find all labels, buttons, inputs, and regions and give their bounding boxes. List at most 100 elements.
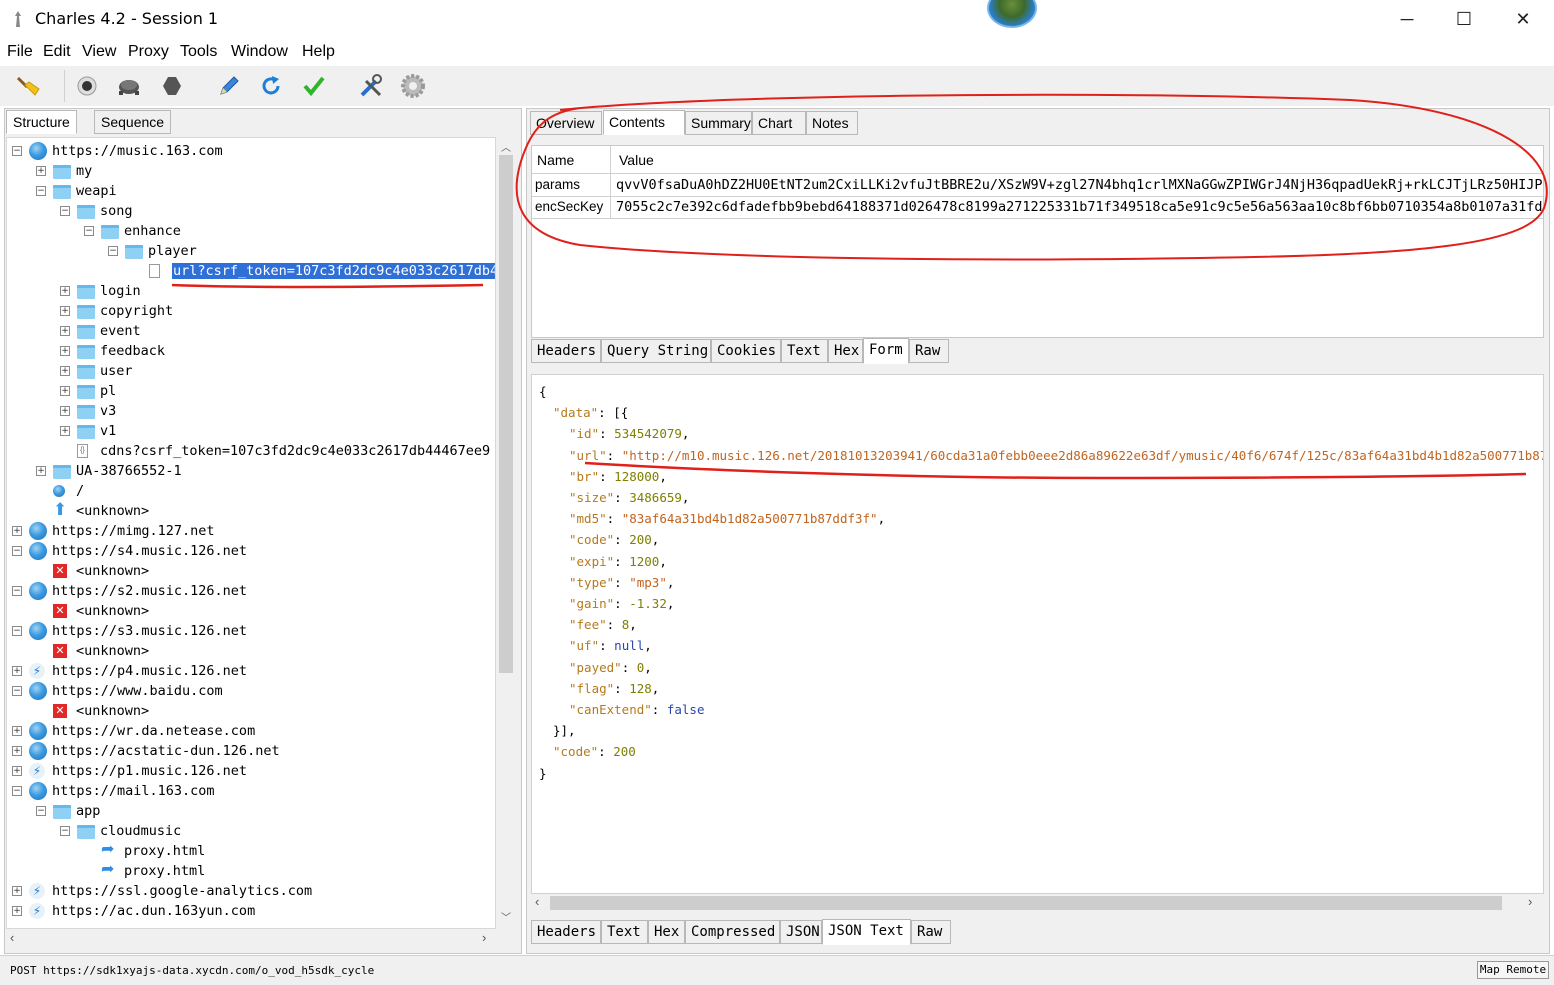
tree-item[interactable]: login [100,281,141,301]
tree-item[interactable]: <unknown> [76,561,149,581]
json-line[interactable]: "uf": null, [569,635,652,656]
tab-overview[interactable]: Overview [530,111,602,135]
tree-item[interactable]: <unknown> [76,701,149,721]
tree-host-item[interactable]: https://www.baidu.com [52,681,223,701]
tab-response-headers[interactable]: Headers [531,920,601,944]
json-line[interactable]: "canExtend": false [569,699,705,720]
menu-proxy[interactable]: Proxy [128,43,169,61]
collapse-icon[interactable]: − [12,586,22,596]
tab-summary[interactable]: Summary [685,111,752,135]
tree-host-item[interactable]: https://ssl.google-analytics.com [52,881,312,901]
json-line[interactable]: }], [553,720,576,741]
tree-item[interactable]: my [76,161,92,181]
menu-edit[interactable]: Edit [43,43,71,61]
scroll-up-arrow-icon[interactable]: ︿ [501,139,511,154]
expand-icon[interactable]: + [12,526,22,536]
menu-view[interactable]: View [82,43,116,61]
expand-icon[interactable]: + [60,306,70,316]
tree-item[interactable]: proxy.html [124,861,205,881]
tree-host-item[interactable]: https://mail.163.com [52,781,215,801]
tree-item[interactable]: UA-38766552-1 [76,461,182,481]
json-line[interactable]: "md5": "83af64a31bd4b1d82a500771b87ddf3f… [569,508,885,529]
json-line[interactable]: "size": 3486659, [569,487,689,508]
tab-request-cookies[interactable]: Cookies [711,339,781,363]
scroll-right-arrow-icon[interactable]: › [482,930,486,945]
tab-response-compressed[interactable]: Compressed [685,920,780,944]
tree-item[interactable]: url?csrf_token=107c3fd2dc9c4e033c2617db4… [172,261,495,281]
tree-item[interactable]: cloudmusic [100,821,181,841]
expand-icon[interactable]: + [12,726,22,736]
expand-icon[interactable]: + [60,406,70,416]
collapse-icon[interactable]: − [60,206,70,216]
collapse-icon[interactable]: − [12,146,22,156]
scroll-right-arrow-icon[interactable]: › [1528,894,1532,909]
tree-item[interactable]: v3 [100,401,116,421]
tree-host-item[interactable]: https://ac.dun.163yun.com [52,901,255,921]
tab-chart[interactable]: Chart [752,111,806,135]
tab-response-json-text[interactable]: JSON Text [822,919,911,945]
repeat-refresh-icon[interactable] [256,72,286,100]
expand-icon[interactable]: + [60,426,70,436]
tree-item[interactable]: <unknown> [76,641,149,661]
tree-host-item[interactable]: https://music.163.com [52,141,223,161]
collapse-icon[interactable]: − [12,686,22,696]
expand-icon[interactable]: + [60,346,70,356]
tree-host-item[interactable]: https://acstatic-dun.126.net [52,741,280,761]
tab-request-query-string[interactable]: Query String [601,339,711,363]
map-remote-button[interactable]: Map Remote [1477,961,1549,979]
scroll-down-arrow-icon[interactable]: ﹀ [501,909,511,924]
tree-item[interactable]: feedback [100,341,165,361]
validate-check-icon[interactable] [299,72,329,100]
json-line[interactable]: "expi": 1200, [569,551,667,572]
tree-item[interactable]: proxy.html [124,841,205,861]
tree-host-item[interactable]: https://s3.music.126.net [52,621,247,641]
json-line[interactable]: "type": "mp3", [569,572,674,593]
tab-request-form[interactable]: Form [863,338,909,364]
menu-tools[interactable]: Tools [180,43,217,61]
expand-icon[interactable]: + [60,326,70,336]
tree-host-item[interactable]: https://mimg.127.net [52,521,215,541]
tab-sequence[interactable]: Sequence [94,110,172,134]
record-icon[interactable] [72,72,102,100]
expand-icon[interactable]: + [60,286,70,296]
json-line[interactable]: "flag": 128, [569,678,659,699]
json-line[interactable]: "fee": 8, [569,614,637,635]
expand-icon[interactable]: + [12,886,22,896]
json-response-view[interactable]: {"data": [{"id": 534542079, "url": "http:… [531,374,1544,894]
form-row-name[interactable]: encSecKey [535,196,607,218]
tree-item[interactable]: copyright [100,301,173,321]
form-row-value[interactable]: qvvV0fsaDuA0hDZ2HU0EtNT2um2CxiLLKi2vfuJt… [616,174,1542,196]
expand-icon[interactable]: + [12,666,22,676]
tab-response-hex[interactable]: Hex [648,920,685,944]
expand-icon[interactable]: + [36,166,46,176]
expand-icon[interactable]: + [12,746,22,756]
tree-item[interactable]: <unknown> [76,501,149,521]
compose-pen-icon[interactable] [214,72,244,100]
breakpoint-hexagon-icon[interactable] [157,72,187,100]
collapse-icon[interactable]: − [108,246,118,256]
json-line[interactable]: "code": 200 [553,741,636,762]
expand-icon[interactable]: + [60,366,70,376]
collapse-icon[interactable]: − [84,226,94,236]
maximize-button[interactable]: ☐ [1441,5,1487,33]
tools-icon[interactable] [356,72,386,100]
json-scroll-thumb[interactable] [550,896,1502,910]
tree-item[interactable]: <unknown> [76,601,149,621]
json-line[interactable]: "data": [{ [553,402,628,423]
tab-notes[interactable]: Notes [806,111,858,135]
collapse-icon[interactable]: − [36,186,46,196]
tree-item[interactable]: v1 [100,421,116,441]
close-button[interactable]: ✕ [1500,5,1546,33]
tab-response-raw[interactable]: Raw [911,920,951,944]
tree-item[interactable]: / [76,481,84,501]
column-header-name[interactable]: Name [537,149,574,171]
form-row-value[interactable]: 7055c2c7e392c6dfadefbb9bebd64188371d0264… [616,196,1542,218]
json-line[interactable]: "url": "http://m10.music.126.net/2018101… [569,445,1543,466]
tree-host-item[interactable]: https://p4.music.126.net [52,661,247,681]
tab-structure[interactable]: Structure [6,110,77,134]
scroll-left-arrow-icon[interactable]: ‹ [535,894,539,909]
json-line[interactable]: "code": 200, [569,529,659,550]
tree-vertical-scrollbar[interactable]: ︿ ﹀ [497,137,516,929]
tree-item[interactable]: pl [100,381,116,401]
tree-item[interactable]: song [100,201,133,221]
